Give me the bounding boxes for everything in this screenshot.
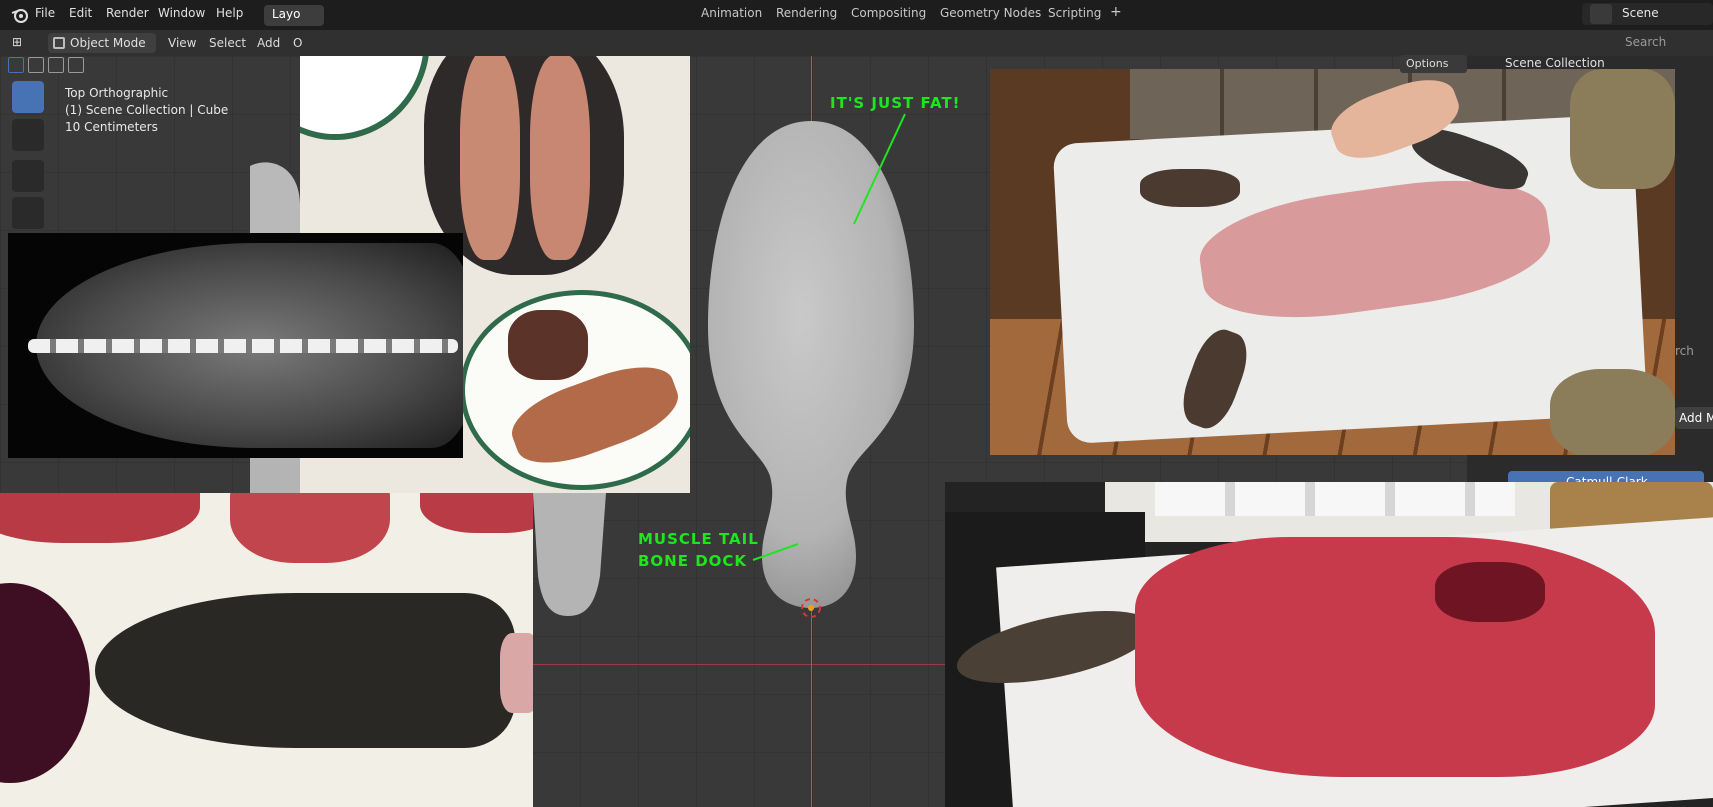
reference-photo-tail [0,493,533,807]
ghost-shape-bottom [533,493,606,616]
tab-compositing[interactable]: Compositing [851,6,926,20]
fat-annotation: IT'S JUST FAT! [830,94,961,112]
muscle-annotation-1: MUSCLE TAIL [638,530,759,548]
muscle-annotation-2: BONE DOCK [638,552,748,570]
select-mode-buttons[interactable] [8,57,104,75]
view-name: Top Orthographic [65,86,169,100]
menu-select[interactable]: Select [209,36,246,50]
tab-animation[interactable]: Animation [701,6,762,20]
active-collection: (1) Scene Collection | Cube [65,103,229,117]
reference-photo-xray [8,233,463,458]
viewport-header: ⊞ Object Mode View Select Add O [0,30,1467,56]
menu-render[interactable]: Render [106,6,149,20]
move-tool[interactable] [12,160,44,192]
select-tool[interactable] [12,81,44,113]
properties-search[interactable]: rch [1675,344,1694,358]
menu-object[interactable]: O [293,36,302,50]
origin-dot [808,605,814,611]
cursor-tool[interactable] [12,119,44,151]
menu-edit[interactable]: Edit [69,6,92,20]
editor-type-icon[interactable]: ⊞ [12,35,22,49]
menu-view[interactable]: View [168,36,196,50]
rotate-tool[interactable] [12,197,44,229]
scene-icon [1590,4,1612,24]
add-workspace-button[interactable]: + [1110,4,1122,20]
scene-name[interactable]: Scene [1622,6,1659,20]
scene-collection-label[interactable]: Scene Collection [1505,56,1605,70]
add-modifier-button[interactable]: Add M [1675,407,1713,429]
tab-scripting[interactable]: Scripting [1048,6,1101,20]
menu-help[interactable]: Help [216,6,243,20]
options-dropdown[interactable]: Options [1400,55,1467,73]
outliner-header [1467,30,1713,56]
menu-add[interactable]: Add [257,36,280,50]
menu-file[interactable]: File [35,6,55,20]
grid-scale: 10 Centimeters [65,120,158,134]
object-mode-dropdown[interactable]: Object Mode [48,33,156,53]
menu-window[interactable]: Window [158,6,205,20]
reference-photo-cutting-board [945,482,1713,807]
blender-logo-icon[interactable] [10,5,30,25]
top-bar: File Edit Render Window Help Layo Animat… [0,0,1713,30]
tab-layout[interactable]: Layo [264,5,324,26]
tab-geometry-nodes[interactable]: Geometry Nodes [940,6,1041,20]
tab-rendering[interactable]: Rendering [776,6,837,20]
outliner-search[interactable]: Search [1625,35,1666,49]
reference-photo-cooler [990,69,1675,455]
